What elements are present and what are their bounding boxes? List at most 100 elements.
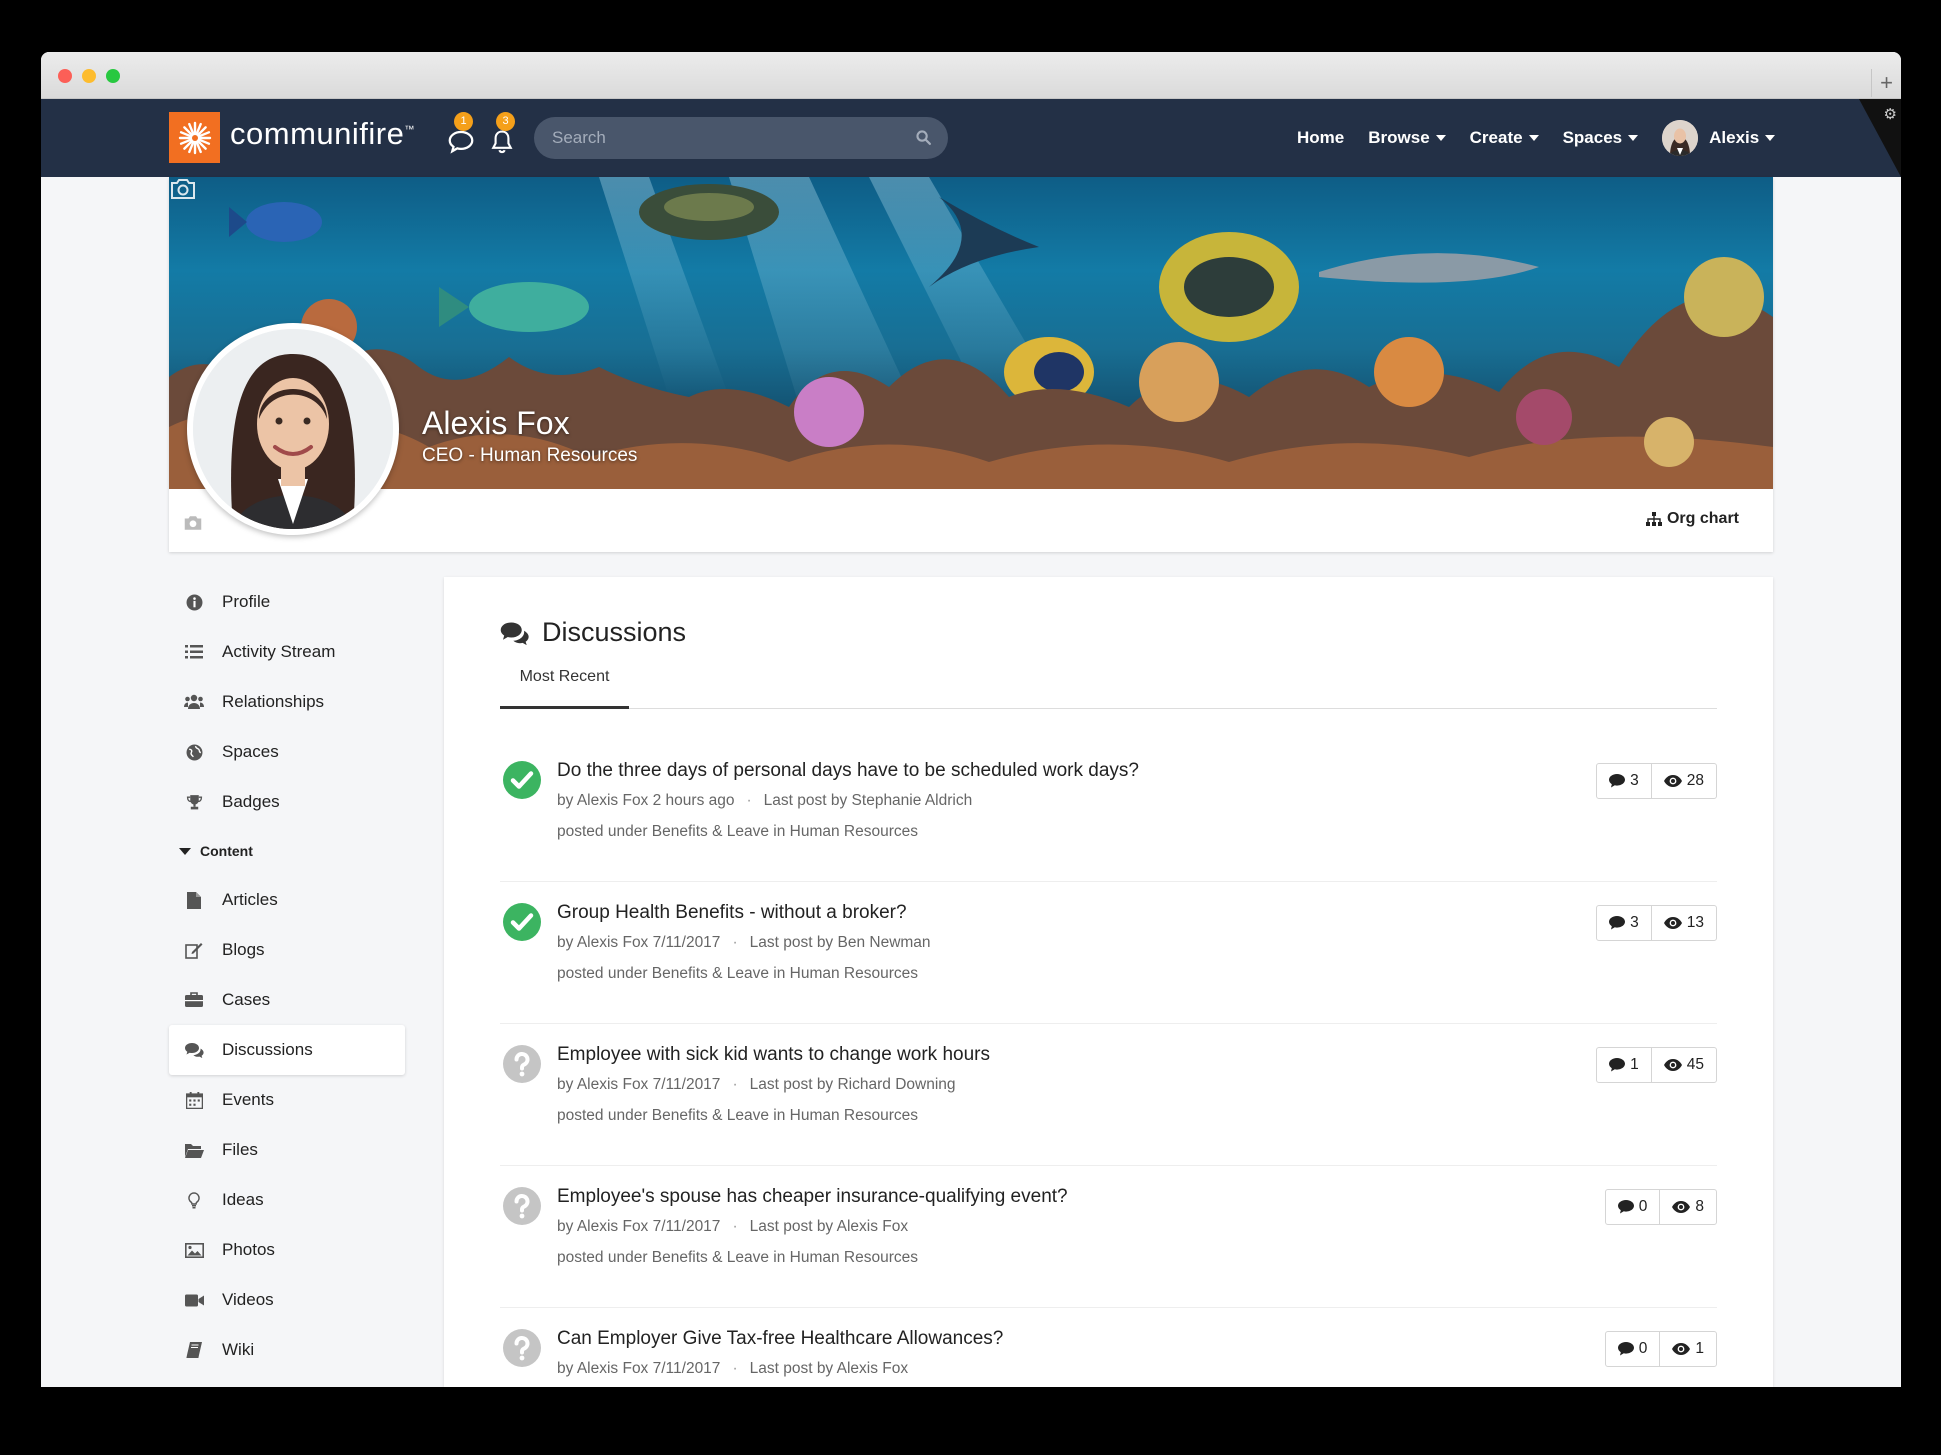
sidebar-item-relationships[interactable]: Relationships: [169, 677, 405, 727]
search-input[interactable]: [552, 117, 902, 159]
org-chart-link[interactable]: Org chart: [1645, 510, 1739, 528]
sidebar-item-articles[interactable]: Articles: [169, 875, 405, 925]
briefcase-icon: [184, 990, 204, 1010]
reply-count[interactable]: 0: [1606, 1332, 1660, 1366]
minimize-window-button[interactable]: [82, 69, 96, 83]
eye-icon: [1672, 1201, 1691, 1213]
browser-window: + communifire™ 1 3 Search Home Browse Cr…: [41, 52, 1901, 1387]
book-icon: [184, 1340, 204, 1360]
bell-icon: [491, 130, 513, 154]
sidebar-item-activity-stream[interactable]: Activity Stream: [169, 627, 405, 677]
users-icon: [184, 692, 204, 712]
info-icon: [184, 592, 204, 612]
view-count: 45: [1650, 1048, 1716, 1082]
chevron-down-icon: [1765, 135, 1776, 141]
profile-name: Alexis Fox: [422, 405, 570, 441]
thread-category: posted under Benefits & Leave in Human R…: [557, 965, 919, 982]
sidebar-item-profile[interactable]: Profile: [169, 577, 405, 627]
check-circle-icon: [503, 903, 541, 941]
lightbulb-icon: [184, 1190, 204, 1210]
comment-icon: [1617, 1200, 1634, 1214]
sidebar-item-spaces[interactable]: Spaces: [169, 727, 405, 777]
profile-title: CEO - Human Resources: [422, 445, 638, 466]
reply-count[interactable]: 3: [1597, 906, 1651, 940]
sidebar-item-blogs[interactable]: Blogs: [169, 925, 405, 975]
discussion-tabs: Most Recent: [500, 659, 1717, 709]
thread-title[interactable]: Group Health Benefits - without a broker…: [557, 902, 907, 924]
comment-icon: [1609, 916, 1626, 930]
sidebar-item-ideas[interactable]: Ideas: [169, 1175, 405, 1225]
thread-stats: 0 1: [1604, 1331, 1717, 1367]
sidebar-item-events[interactable]: Events: [169, 1075, 405, 1125]
notifications-badge: 3: [496, 112, 515, 131]
search-box: [534, 117, 948, 159]
thread-title[interactable]: Do the three days of personal days have …: [557, 760, 1139, 782]
browser-titlebar: +: [41, 52, 1901, 99]
question-circle-icon: [503, 1045, 541, 1083]
thread-meta: by Alexis Fox 7/11/2017 · Last post by Ale…: [557, 1218, 909, 1235]
notifications-button[interactable]: 3: [488, 112, 520, 155]
new-tab-button[interactable]: +: [1871, 69, 1901, 97]
list-item: Group Health Benefits - without a broker…: [500, 882, 1717, 1024]
user-menu[interactable]: Alexis: [1662, 120, 1776, 156]
sidebar-item-wiki[interactable]: Wiki: [169, 1325, 405, 1375]
comments-icon: [500, 622, 529, 645]
question-circle-icon: [503, 1187, 541, 1225]
comment-icon: [1609, 774, 1626, 788]
thread-meta: by Alexis Fox 2 hours ago · Last post by S…: [557, 792, 973, 809]
sidebar-content-toggle[interactable]: Content: [169, 827, 405, 875]
camera-icon[interactable]: [182, 514, 204, 532]
thread-category: posted under Benefits & Leave in Human R…: [557, 823, 919, 840]
chevron-down-icon: [1628, 135, 1639, 141]
camera-icon[interactable]: [169, 177, 197, 201]
messages-button[interactable]: 1: [446, 112, 478, 155]
sidebar-item-videos[interactable]: Videos: [169, 1275, 405, 1325]
page-title: Discussions: [500, 617, 686, 648]
thread-stats: 0 8: [1604, 1189, 1717, 1225]
sidebar-item-cases[interactable]: Cases: [169, 975, 405, 1025]
eye-icon: [1663, 1059, 1682, 1071]
sidebar-item-badges[interactable]: Badges: [169, 777, 405, 827]
chat-bubble-icon: [448, 130, 474, 154]
logo-icon[interactable]: [169, 112, 220, 163]
list-icon: [184, 642, 204, 662]
search-icon[interactable]: [915, 129, 932, 146]
nav-browse[interactable]: Browse: [1368, 128, 1446, 148]
top-navbar: communifire™ 1 3 Home Browse Create: [41, 99, 1901, 177]
comment-icon: [1617, 1342, 1634, 1356]
thread-stats: 1 45: [1596, 1047, 1717, 1083]
thread-title[interactable]: Can Employer Give Tax-free Healthcare Al…: [557, 1328, 1003, 1350]
eye-icon: [1663, 775, 1682, 787]
gear-icon[interactable]: ⚙: [1884, 105, 1897, 123]
sidebar-item-photos[interactable]: Photos: [169, 1225, 405, 1275]
messages-badge: 1: [454, 112, 473, 131]
sidebar-item-files[interactable]: Files: [169, 1125, 405, 1175]
profile-avatar[interactable]: [187, 323, 399, 535]
image-icon: [184, 1240, 204, 1260]
list-item: Employee with sick kid wants to change w…: [500, 1024, 1717, 1166]
check-circle-icon: [503, 761, 541, 799]
thread-meta: by Alexis Fox 7/11/2017 · Last post by Ale…: [557, 1360, 909, 1377]
sidebar-item-discussions[interactable]: Discussions: [169, 1025, 405, 1075]
thread-meta: by Alexis Fox 7/11/2017 · Last post by Ben…: [557, 934, 931, 951]
view-count: 13: [1650, 906, 1716, 940]
thread-title[interactable]: Employee with sick kid wants to change w…: [557, 1044, 990, 1066]
video-icon: [184, 1290, 204, 1310]
thread-title[interactable]: Employee's spouse has cheaper insurance-…: [557, 1186, 1068, 1208]
nav-create[interactable]: Create: [1470, 128, 1539, 148]
reply-count[interactable]: 3: [1597, 764, 1651, 798]
reply-count[interactable]: 0: [1606, 1190, 1660, 1224]
thread-stats: 3 28: [1596, 763, 1717, 799]
profile-sidebar: Profile Activity Stream Relationships Sp…: [169, 577, 405, 1375]
main-menu: Home Browse Create Spaces Alexis: [1297, 99, 1799, 177]
view-count: 28: [1650, 764, 1716, 798]
close-window-button[interactable]: [58, 69, 72, 83]
calendar-icon: [184, 1090, 204, 1110]
nav-spaces[interactable]: Spaces: [1563, 128, 1639, 148]
logo-text[interactable]: communifire™: [230, 116, 415, 152]
maximize-window-button[interactable]: [106, 69, 120, 83]
reply-count[interactable]: 1: [1597, 1048, 1651, 1082]
blog-icon: [184, 940, 204, 960]
tab-most-recent[interactable]: Most Recent: [500, 659, 629, 709]
nav-home[interactable]: Home: [1297, 128, 1344, 148]
